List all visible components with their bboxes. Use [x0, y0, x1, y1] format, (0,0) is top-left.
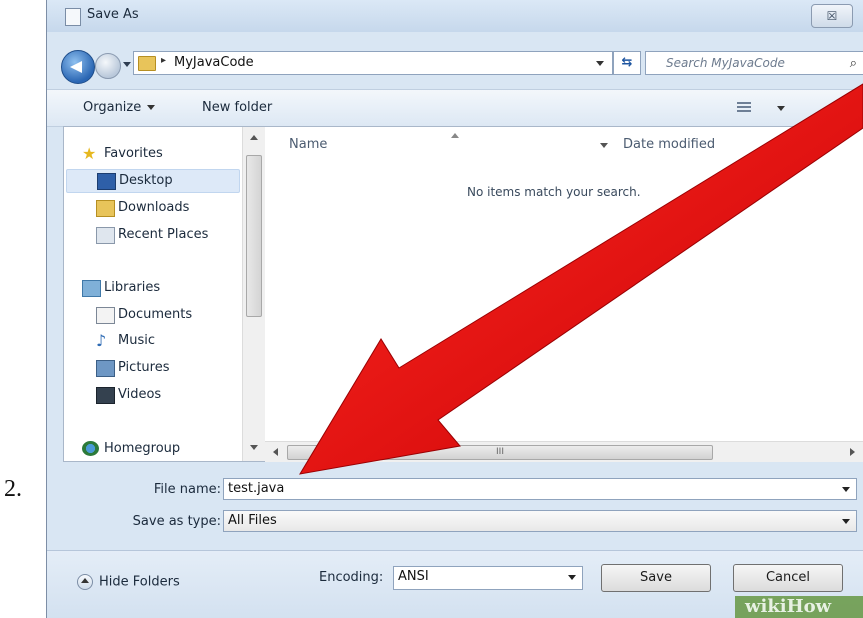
file-name-field[interactable]: test.java [223, 478, 857, 500]
sidebar-item-label: Downloads [118, 200, 190, 215]
forward-button[interactable] [95, 53, 121, 79]
search-input[interactable]: Search MyJavaCode [666, 56, 785, 70]
chevron-down-icon[interactable] [842, 487, 850, 492]
organize-label: Organize [83, 100, 142, 115]
wikihow-watermark: wikiHow [735, 596, 863, 618]
notepad-icon [65, 8, 81, 26]
chevron-down-icon[interactable] [568, 575, 576, 580]
column-header: Name Date modified [265, 127, 863, 163]
title-bar: Save As ☒ [47, 0, 863, 32]
scroll-down-icon[interactable] [250, 445, 258, 450]
organize-button[interactable]: Organize [83, 100, 156, 115]
navigation-bar: ▸ MyJavaCode ⇆ Search MyJavaCode ⌕ [47, 40, 863, 84]
recent-pages-dropdown[interactable] [123, 62, 131, 67]
sidebar-item-label: Videos [118, 387, 162, 402]
column-name[interactable]: Name [289, 137, 327, 152]
breadcrumb-path[interactable]: MyJavaCode [174, 55, 254, 70]
step-number: 2. [4, 476, 22, 502]
column-date-modified[interactable]: Date modified [623, 137, 715, 152]
scroll-thumb[interactable]: III [287, 445, 713, 460]
scroll-left-icon[interactable] [273, 448, 278, 456]
sidebar-item-label: Homegroup [104, 441, 181, 456]
sidebar-item-desktop[interactable]: Desktop [66, 169, 240, 193]
hide-folders-label: Hide Folders [99, 574, 180, 590]
scroll-thumb[interactable] [246, 155, 262, 317]
folder-icon [138, 56, 156, 71]
window-title: Save As [87, 7, 139, 22]
encoding-label: Encoding: [319, 570, 384, 585]
address-dropdown-icon[interactable] [596, 61, 604, 66]
navigation-pane: ★ Favorites Desktop Downloads Recent Pla… [64, 127, 242, 461]
downloads-icon [96, 200, 115, 217]
sidebar-item-label: Favorites [104, 146, 163, 161]
file-name-label: File name: [153, 482, 221, 497]
chevron-down-icon[interactable] [842, 519, 850, 524]
back-button[interactable] [61, 50, 95, 84]
music-icon: ♪ [96, 331, 107, 350]
sidebar-item-label: Libraries [104, 280, 161, 295]
new-folder-button[interactable]: New folder [202, 100, 272, 115]
command-bar: Organize New folder [47, 89, 863, 127]
chevron-down-icon [147, 105, 156, 110]
search-box[interactable]: Search MyJavaCode ⌕ [645, 51, 863, 75]
sidebar-item-label: Desktop [119, 173, 173, 188]
sidebar-item-label: Music [118, 333, 155, 348]
sort-ascending-icon [451, 133, 459, 138]
navigation-scrollbar[interactable] [242, 127, 265, 461]
recent-places-icon [96, 227, 115, 244]
collapse-icon [77, 574, 93, 590]
scroll-up-icon[interactable] [250, 135, 258, 140]
views-dropdown-icon[interactable] [777, 106, 785, 111]
horizontal-scrollbar[interactable]: III [265, 441, 863, 462]
save-as-dialog: Save As ☒ ▸ MyJavaCode ⇆ Search MyJavaCo… [46, 0, 863, 618]
encoding-select[interactable]: ANSI [393, 566, 583, 590]
cancel-button[interactable]: Cancel [733, 564, 843, 592]
file-list[interactable]: Name Date modified No items match your s… [265, 127, 863, 462]
save-button[interactable]: Save [601, 564, 711, 592]
save-as-type-select[interactable]: All Files [223, 510, 857, 532]
column-filter-icon[interactable] [600, 143, 608, 148]
videos-icon [96, 387, 115, 404]
empty-message: No items match your search. [467, 185, 641, 199]
homegroup-icon [82, 441, 99, 456]
scroll-right-icon[interactable] [850, 448, 855, 456]
hide-folders-button[interactable]: Hide Folders [77, 574, 180, 590]
close-button[interactable]: ☒ [811, 4, 853, 28]
sidebar-item-label: Documents [118, 307, 193, 322]
encoding-value[interactable]: ANSI [398, 569, 429, 584]
views-icon[interactable] [737, 102, 751, 113]
search-icon[interactable]: ⌕ [850, 56, 857, 71]
sidebar-item-label: Recent Places [118, 227, 209, 242]
address-bar[interactable]: ▸ MyJavaCode [133, 51, 613, 75]
browser-pane: ★ Favorites Desktop Downloads Recent Pla… [63, 126, 863, 462]
refresh-button[interactable]: ⇆ [613, 51, 641, 75]
libraries-icon [82, 280, 101, 297]
save-as-type-value[interactable]: All Files [228, 513, 277, 528]
file-name-value[interactable]: test.java [228, 481, 284, 496]
star-icon: ★ [82, 144, 97, 163]
desktop-icon [97, 173, 116, 190]
save-as-type-label: Save as type: [132, 514, 221, 529]
breadcrumb-separator-icon[interactable]: ▸ [161, 55, 166, 66]
pictures-icon [96, 360, 115, 377]
sidebar-item-label: Pictures [118, 360, 170, 375]
documents-icon [96, 307, 115, 324]
